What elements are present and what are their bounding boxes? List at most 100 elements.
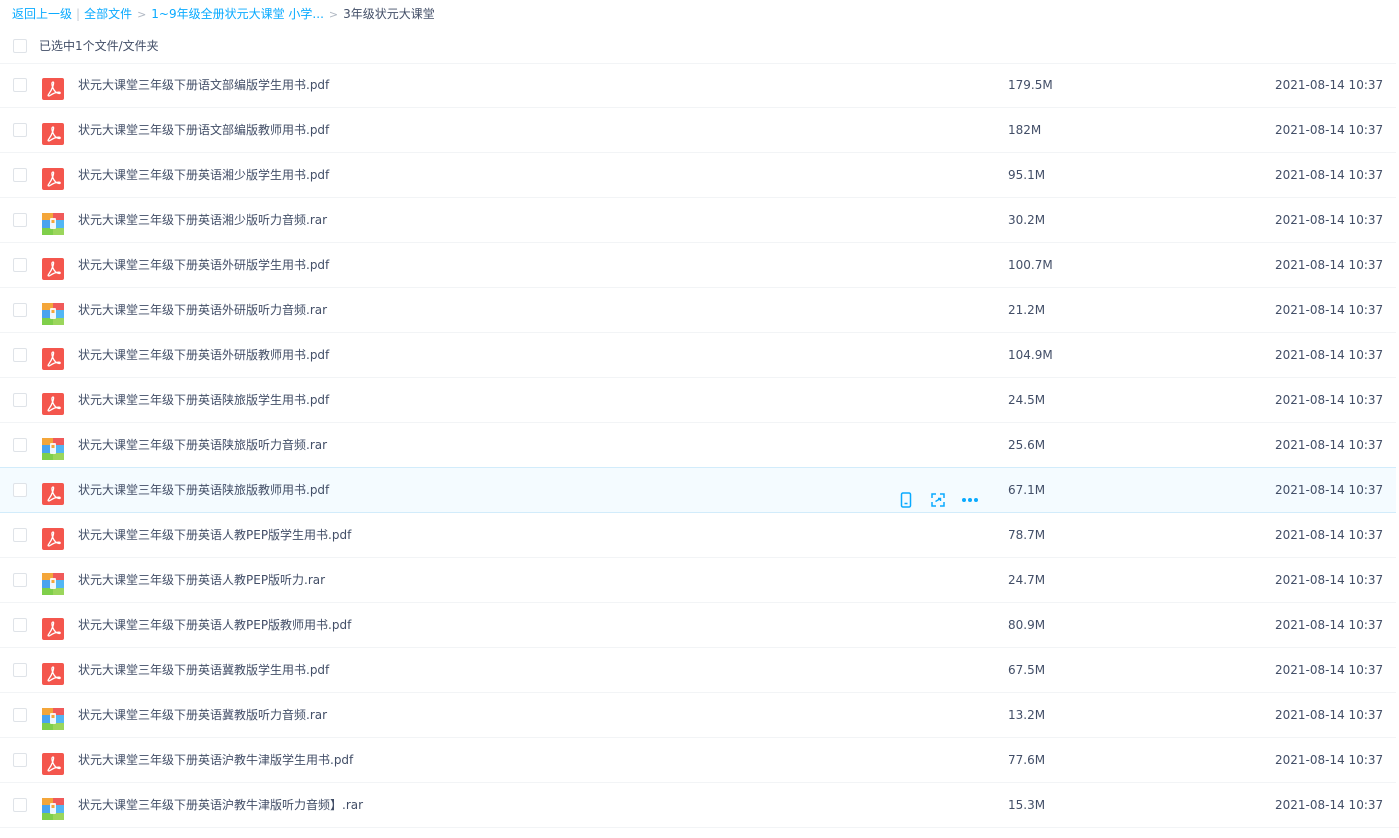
file-date: 2021-08-14 10:37 xyxy=(1275,303,1384,317)
file-size: 80.9M xyxy=(1008,618,1046,632)
file-row[interactable]: 状元大课堂三年级下册英语沪教牛津版听力音频】.rar 15.3M 2021-08-1… xyxy=(0,783,1399,828)
file-date: 2021-08-14 10:37 xyxy=(1275,123,1384,137)
file-date: 2021-08-14 10:37 xyxy=(1275,708,1384,722)
rar-file-icon xyxy=(42,299,64,325)
file-date: 2021-08-14 10:37 xyxy=(1275,483,1384,497)
file-name[interactable]: 状元大课堂三年级下册英语沪教牛津版学生用书.pdf xyxy=(78,738,353,782)
file-size: 25.6M xyxy=(1008,438,1046,452)
breadcrumb-parent-folder[interactable]: 1~9年级全册状元大课堂 小学... xyxy=(151,7,324,21)
file-size: 179.5M xyxy=(1008,78,1053,92)
file-name[interactable]: 状元大课堂三年级下册英语人教PEP版教师用书.pdf xyxy=(78,603,351,647)
file-row[interactable]: 状元大课堂三年级下册英语湘少版听力音频.rar 30.2M 2021-08-14 1… xyxy=(0,198,1399,243)
row-checkbox[interactable] xyxy=(13,528,27,542)
pdf-file-icon xyxy=(42,344,64,370)
file-size: 67.5M xyxy=(1008,663,1046,677)
row-checkbox[interactable] xyxy=(13,168,27,182)
row-checkbox[interactable] xyxy=(13,123,27,137)
file-name[interactable]: 状元大课堂三年级下册英语陕旅版教师用书.pdf xyxy=(78,468,329,512)
share-icon[interactable] xyxy=(929,482,947,507)
file-size: 100.7M xyxy=(1008,258,1053,272)
file-size: 13.2M xyxy=(1008,708,1046,722)
file-row[interactable]: 状元大课堂三年级下册英语冀教版听力音频.rar 13.2M 2021-08-14 1… xyxy=(0,693,1399,738)
breadcrumb: 返回上一级 | 全部文件 >1~9年级全册状元大课堂 小学... >3年级状元大课堂 xyxy=(12,5,435,23)
rar-file-icon xyxy=(42,794,64,820)
select-all-checkbox[interactable] xyxy=(13,39,27,53)
file-size: 30.2M xyxy=(1008,213,1046,227)
file-row[interactable]: 状元大课堂三年级下册英语人教PEP版学生用书.pdf 78.7M 2021-08-1… xyxy=(0,513,1399,558)
pdf-file-icon xyxy=(42,749,64,775)
row-checkbox[interactable] xyxy=(13,258,27,272)
file-name[interactable]: 状元大课堂三年级下册英语陕旅版听力音频.rar xyxy=(78,423,327,467)
file-row[interactable]: 状元大课堂三年级下册语文部编版教师用书.pdf 182M 2021-08-14 10… xyxy=(0,108,1399,153)
rar-file-icon xyxy=(42,569,64,595)
row-checkbox[interactable] xyxy=(13,708,27,722)
row-checkbox[interactable] xyxy=(13,303,27,317)
file-date: 2021-08-14 10:37 xyxy=(1275,78,1384,92)
file-date: 2021-08-14 10:37 xyxy=(1275,258,1384,272)
row-checkbox[interactable] xyxy=(13,438,27,452)
pdf-file-icon xyxy=(42,524,64,550)
file-name[interactable]: 状元大课堂三年级下册英语冀教版听力音频.rar xyxy=(78,693,327,737)
file-row[interactable]: 状元大课堂三年级下册英语外研版教师用书.pdf 104.9M 2021-08-14 … xyxy=(0,333,1399,378)
pdf-file-icon xyxy=(42,614,64,640)
file-date: 2021-08-14 10:37 xyxy=(1275,168,1384,182)
file-row[interactable]: 状元大课堂三年级下册英语湘少版学生用书.pdf 95.1M 2021-08-14 1… xyxy=(0,153,1399,198)
row-checkbox[interactable] xyxy=(13,78,27,92)
file-row[interactable]: 状元大课堂三年级下册英语外研版听力音频.rar 21.2M 2021-08-14 1… xyxy=(0,288,1399,333)
row-checkbox[interactable] xyxy=(13,618,27,632)
file-date: 2021-08-14 10:37 xyxy=(1275,573,1384,587)
file-name[interactable]: 状元大课堂三年级下册英语外研版学生用书.pdf xyxy=(78,243,329,287)
file-row[interactable]: 状元大课堂三年级下册语文部编版学生用书.pdf 179.5M 2021-08-14 … xyxy=(0,63,1399,108)
breadcrumb-all-files[interactable]: 全部文件 xyxy=(84,7,132,21)
file-row[interactable]: 状元大课堂三年级下册英语陕旅版听力音频.rar 25.6M 2021-08-14 1… xyxy=(0,423,1399,468)
file-row[interactable]: 状元大课堂三年级下册英语人教PEP版教师用书.pdf 80.9M 2021-08-1… xyxy=(0,603,1399,648)
file-row[interactable]: 状元大课堂三年级下册英语陕旅版学生用书.pdf 24.5M 2021-08-14 1… xyxy=(0,378,1399,423)
file-name[interactable]: 状元大课堂三年级下册英语冀教版学生用书.pdf xyxy=(78,648,329,692)
file-name[interactable]: 状元大课堂三年级下册语文部编版学生用书.pdf xyxy=(78,63,329,107)
file-name[interactable]: 状元大课堂三年级下册英语人教PEP版听力.rar xyxy=(78,558,325,602)
breadcrumb-divider: | xyxy=(76,7,81,21)
file-date: 2021-08-14 10:37 xyxy=(1275,393,1384,407)
row-checkbox[interactable] xyxy=(13,348,27,362)
file-size: 77.6M xyxy=(1008,753,1046,767)
file-name[interactable]: 状元大课堂三年级下册英语陕旅版学生用书.pdf xyxy=(78,378,329,422)
row-checkbox[interactable] xyxy=(13,798,27,812)
file-name[interactable]: 状元大课堂三年级下册英语湘少版学生用书.pdf xyxy=(78,153,329,197)
file-name[interactable]: 状元大课堂三年级下册英语外研版听力音频.rar xyxy=(78,288,327,332)
file-name[interactable]: 状元大课堂三年级下册语文部编版教师用书.pdf xyxy=(78,108,329,152)
row-checkbox[interactable] xyxy=(13,483,27,497)
file-size: 67.1M xyxy=(1008,483,1046,497)
file-date: 2021-08-14 10:37 xyxy=(1275,438,1384,452)
rar-file-icon xyxy=(42,209,64,235)
more-icon[interactable] xyxy=(961,482,979,502)
phone-icon[interactable] xyxy=(897,482,915,508)
row-checkbox[interactable] xyxy=(13,573,27,587)
file-size: 78.7M xyxy=(1008,528,1046,542)
row-checkbox[interactable] xyxy=(13,213,27,227)
file-row[interactable]: 状元大课堂三年级下册英语人教PEP版听力.rar 24.7M 2021-08-14 … xyxy=(0,558,1399,603)
row-checkbox[interactable] xyxy=(13,663,27,677)
file-name[interactable]: 状元大课堂三年级下册英语湘少版听力音频.rar xyxy=(78,198,327,242)
file-size: 182M xyxy=(1008,123,1042,137)
file-row[interactable]: 状元大课堂三年级下册英语沪教牛津版学生用书.pdf 77.6M 2021-08-14… xyxy=(0,738,1399,783)
rar-file-icon xyxy=(42,434,64,460)
file-date: 2021-08-14 10:37 xyxy=(1275,528,1384,542)
breadcrumb-current-folder: 3年级状元大课堂 xyxy=(343,7,435,21)
file-size: 15.3M xyxy=(1008,798,1046,812)
row-checkbox[interactable] xyxy=(13,393,27,407)
row-checkbox[interactable] xyxy=(13,753,27,767)
file-row[interactable]: 状元大课堂三年级下册英语陕旅版教师用书.pdf 67.1M 2021-08-14 1… xyxy=(0,467,1399,513)
file-name[interactable]: 状元大课堂三年级下册英语人教PEP版学生用书.pdf xyxy=(78,513,351,557)
file-row[interactable]: 状元大课堂三年级下册英语冀教版学生用书.pdf 67.5M 2021-08-14 1… xyxy=(0,648,1399,693)
file-row[interactable]: 状元大课堂三年级下册英语外研版学生用书.pdf 100.7M 2021-08-14 … xyxy=(0,243,1399,288)
file-name[interactable]: 状元大课堂三年级下册英语沪教牛津版听力音频】.rar xyxy=(78,783,363,827)
pdf-file-icon xyxy=(42,389,64,415)
file-size: 95.1M xyxy=(1008,168,1046,182)
pdf-file-icon xyxy=(42,479,64,505)
file-date: 2021-08-14 10:37 xyxy=(1275,618,1384,632)
file-name[interactable]: 状元大课堂三年级下册英语外研版教师用书.pdf xyxy=(78,333,329,377)
pdf-file-icon xyxy=(42,254,64,280)
file-date: 2021-08-14 10:37 xyxy=(1275,798,1384,812)
selection-count-label: 已选中1个文件/文件夹 xyxy=(39,39,159,53)
back-link[interactable]: 返回上一级 xyxy=(12,7,72,21)
